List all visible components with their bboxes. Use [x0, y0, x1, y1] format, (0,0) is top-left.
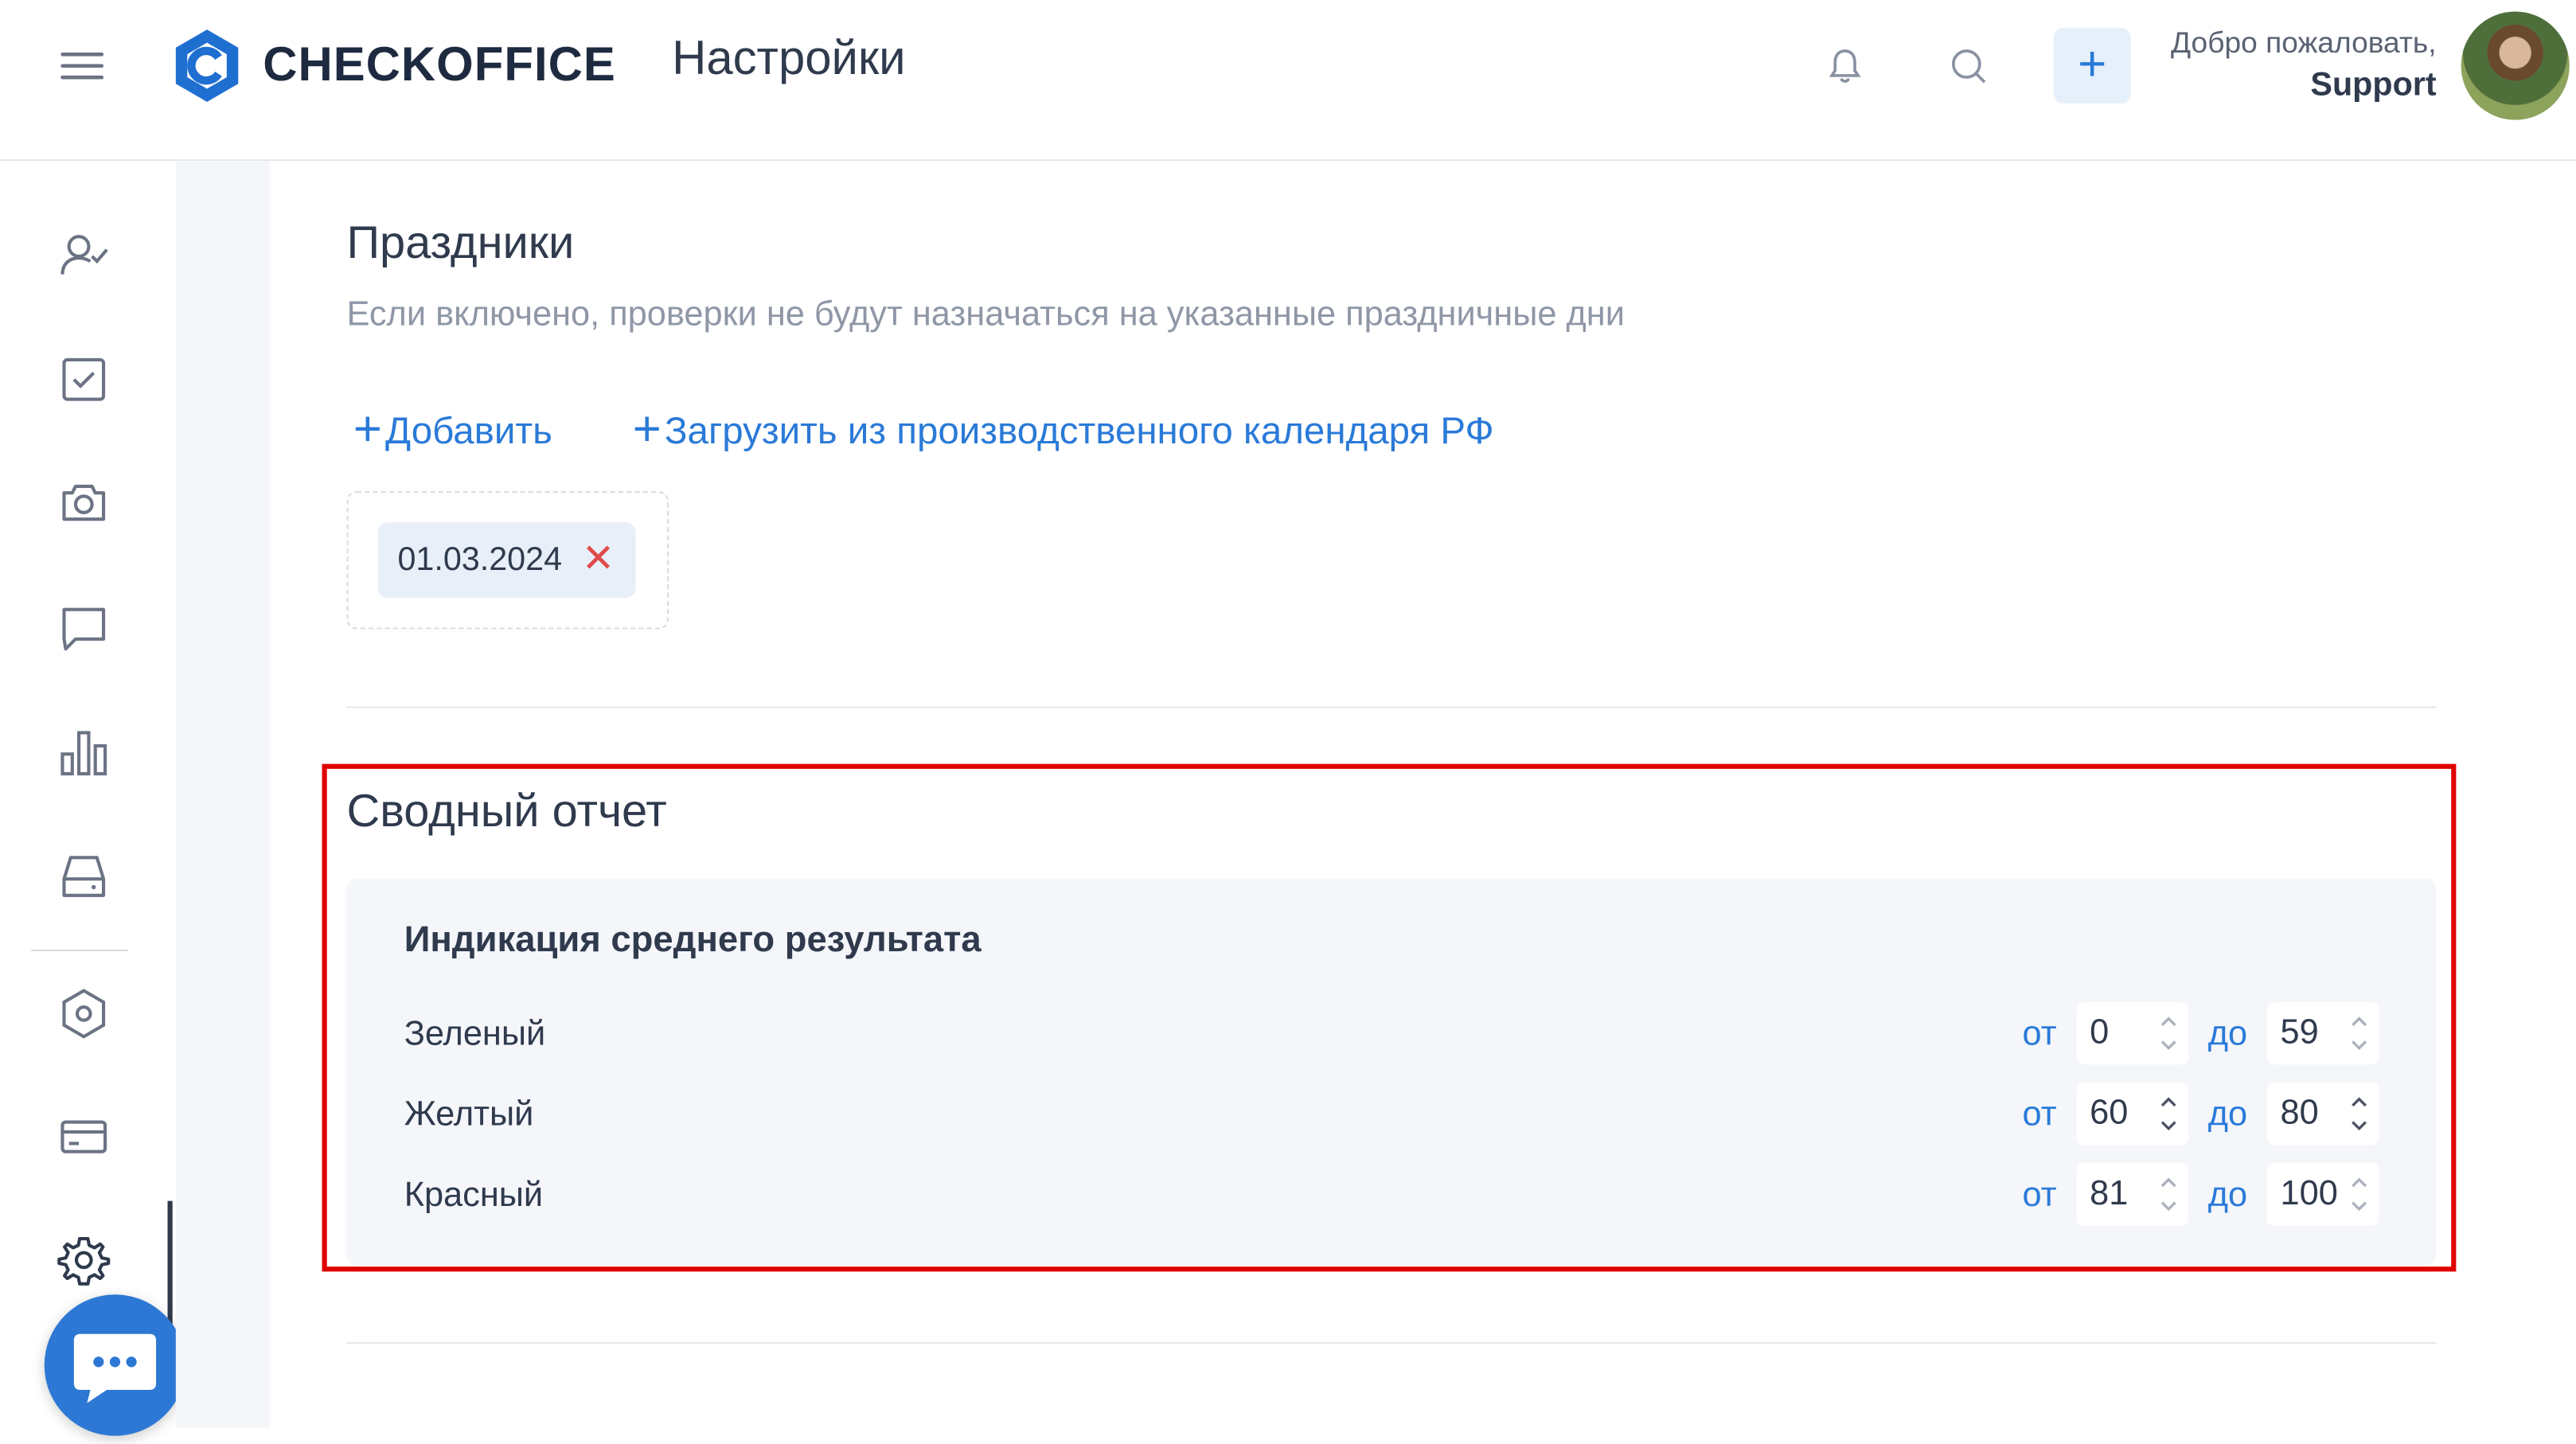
- section-divider: [346, 706, 2437, 708]
- to-input[interactable]: 100: [2267, 1163, 2379, 1226]
- search-button[interactable]: [1947, 45, 1990, 96]
- camera-icon[interactable]: [56, 474, 111, 530]
- avatar[interactable]: [2461, 11, 2570, 120]
- from-input[interactable]: 60: [2076, 1083, 2188, 1145]
- from-input[interactable]: 81: [2076, 1163, 2188, 1226]
- notifications-button[interactable]: [1824, 45, 1867, 96]
- to-value: 59: [2280, 1013, 2319, 1052]
- holidays-title: Праздники: [346, 217, 575, 268]
- to-label: до: [2207, 1015, 2248, 1053]
- bar-chart-icon[interactable]: [56, 724, 111, 780]
- hexagon-settings-icon[interactable]: [56, 985, 111, 1041]
- from-label: от: [2022, 1095, 2057, 1134]
- welcome-block: Добро пожаловать, Support: [2171, 26, 2437, 105]
- from-value: 81: [2090, 1174, 2129, 1213]
- range-row-green: Зеленый от 0 до 59: [404, 1001, 2379, 1068]
- load-calendar-link[interactable]: + Загрузить из производственного календа…: [632, 402, 1494, 457]
- card-icon[interactable]: [56, 1109, 111, 1165]
- range-row-yellow: Желтый от 60 до 80: [404, 1083, 2379, 1149]
- chat-button[interactable]: [44, 1294, 186, 1436]
- plus-icon: +: [353, 402, 382, 457]
- from-input[interactable]: 0: [2076, 1001, 2188, 1065]
- chat-icon: [73, 1333, 157, 1403]
- plus-icon: +: [632, 402, 662, 457]
- user-check-icon[interactable]: [56, 227, 111, 283]
- spinner-icon[interactable]: [2349, 1089, 2369, 1138]
- sidebar: [0, 161, 186, 1436]
- to-input[interactable]: 80: [2267, 1083, 2379, 1145]
- sidebar-divider: [31, 949, 128, 951]
- spinner-icon[interactable]: [2349, 1169, 2369, 1219]
- user-name: Support: [2310, 67, 2437, 104]
- app-frame: CHECKOFFICE Настройки + Добро пожаловать…: [0, 0, 2576, 1436]
- checkbox-icon[interactable]: [56, 352, 111, 408]
- menu-button[interactable]: [49, 41, 115, 91]
- spinner-icon[interactable]: [2159, 1089, 2179, 1138]
- settings-content: Праздники Если включено, проверки не буд…: [269, 161, 2576, 1427]
- holiday-date-chip: 01.03.2024 ✕: [377, 522, 636, 599]
- holidays-subtitle: Если включено, проверки не будут назнача…: [346, 295, 1625, 334]
- checkoffice-logo-icon: [175, 29, 239, 102]
- summary-title: Сводный отчет: [346, 785, 667, 837]
- content-gutter: [175, 161, 270, 1428]
- bell-icon: [1829, 49, 1861, 83]
- spinner-icon[interactable]: [2349, 1009, 2369, 1058]
- search-icon: [1952, 49, 1986, 84]
- add-button[interactable]: +: [2053, 28, 2131, 104]
- to-value: 100: [2280, 1174, 2338, 1213]
- logo[interactable]: CHECKOFFICE: [171, 26, 616, 105]
- add-holiday-label: Добавить: [385, 408, 552, 451]
- from-value: 60: [2090, 1094, 2129, 1132]
- result-indication-panel: Индикация среднего результата Зеленый от…: [346, 879, 2437, 1266]
- load-calendar-label: Загрузить из производственного календаря…: [664, 408, 1494, 451]
- hamburger-icon: [60, 53, 104, 80]
- to-value: 80: [2280, 1094, 2319, 1132]
- range-label: Желтый: [404, 1095, 534, 1134]
- from-value: 0: [2090, 1013, 2110, 1052]
- add-holiday-link[interactable]: + Добавить: [353, 402, 552, 457]
- holiday-date: 01.03.2024: [397, 541, 563, 578]
- from-label: от: [2022, 1176, 2057, 1215]
- range-label: Зеленый: [404, 1015, 546, 1053]
- spinner-icon[interactable]: [2159, 1009, 2179, 1058]
- welcome-text: Добро пожаловать,: [2170, 26, 2437, 60]
- remove-date-icon[interactable]: ✕: [582, 540, 615, 580]
- section-divider: [346, 1342, 2437, 1344]
- page-title: Настройки: [672, 33, 906, 86]
- spinner-icon[interactable]: [2159, 1169, 2179, 1219]
- message-icon[interactable]: [56, 599, 111, 655]
- to-input[interactable]: 59: [2267, 1001, 2379, 1065]
- brand-name: CHECKOFFICE: [263, 38, 616, 92]
- gear-icon[interactable]: [56, 1232, 111, 1288]
- to-label: до: [2207, 1176, 2248, 1215]
- drive-icon[interactable]: [56, 848, 111, 903]
- holiday-dates-box: 01.03.2024 ✕: [346, 491, 669, 630]
- range-row-red: Красный от 81 до 100: [404, 1163, 2379, 1229]
- top-bar: CHECKOFFICE Настройки + Добро пожаловать…: [0, 0, 2576, 162]
- from-label: от: [2022, 1015, 2057, 1053]
- range-label: Красный: [404, 1176, 544, 1215]
- panel-title: Индикация среднего результата: [404, 918, 982, 960]
- to-label: до: [2207, 1095, 2248, 1134]
